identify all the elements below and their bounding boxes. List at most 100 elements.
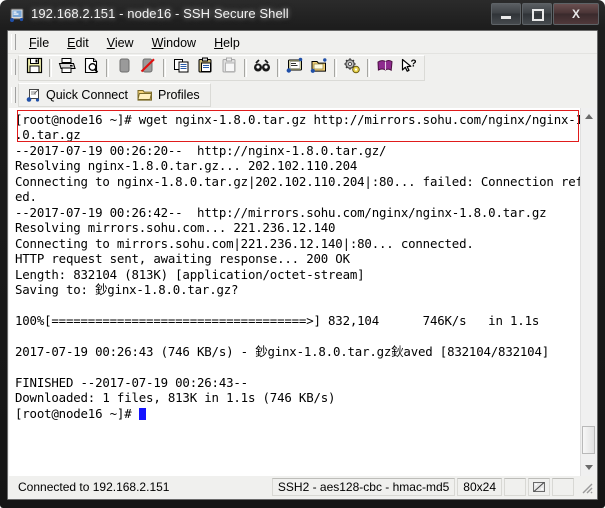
quick-connect-bar: Quick Connect Profiles: [8, 83, 597, 108]
quickbar-grip[interactable]: [11, 87, 16, 103]
minimize-button[interactable]: [491, 3, 521, 25]
paste-icon: [197, 57, 214, 79]
terminal-output[interactable]: [root@node16 ~]# wget nginx-1.8.0.tar.gz…: [9, 108, 580, 476]
menu-edit-rest: dit: [75, 35, 89, 50]
terminal-line-2: --2017-07-19 00:26:20-- http://nginx-1.8…: [15, 142, 387, 158]
toolbar-grip[interactable]: [11, 59, 16, 75]
save-button[interactable]: [22, 57, 46, 79]
terminal-line-1: .0.tar.gz: [15, 127, 81, 143]
client-area: File Edit View Window Help ? Quick Conne…: [7, 30, 598, 500]
context-help-button[interactable]: ?: [397, 57, 421, 79]
terminal-line-17: FINISHED --2017-07-19 00:26:43--: [15, 374, 248, 390]
status-spacer: [177, 478, 269, 496]
terminal-line-7: Resolving mirrors.sohu.com... 221.236.12…: [15, 220, 336, 236]
terminal-line-18: Downloaded: 1 files, 813K in 1.1s (746 K…: [15, 390, 336, 406]
toolbar-separator: [277, 59, 280, 77]
copy-button[interactable]: [169, 57, 193, 79]
terminal-text: [root@node16 ~]# wget nginx-1.8.0.tar.gz…: [9, 108, 580, 421]
menu-file-mnemonic: F: [29, 35, 37, 50]
maximize-button[interactable]: [522, 3, 552, 25]
terminal-line-6: --2017-07-19 00:26:42-- http://mirrors.s…: [15, 204, 547, 220]
terminal-line-15: 2017-07-19 00:26:43 (746 KB/s) - 鈔ginx-1…: [15, 343, 550, 359]
terminal-area: [root@node16 ~]# wget nginx-1.8.0.tar.gz…: [9, 108, 597, 476]
status-terminal-size: 80x24: [457, 478, 502, 496]
file-transfer-icon: [310, 57, 328, 79]
toolbar-separator: [367, 59, 370, 77]
menu-bar: File Edit View Window Help: [8, 31, 597, 54]
settings-icon: [343, 57, 361, 79]
context-help-icon: ?: [400, 58, 418, 79]
profiles-label: Profiles: [157, 88, 200, 102]
scroll-up-arrow[interactable]: [581, 108, 597, 125]
menu-help-mnemonic: H: [214, 35, 224, 50]
disconnect-button[interactable]: [136, 57, 160, 79]
scroll-thumb[interactable]: [582, 426, 595, 454]
terminal-line-4: Connecting to nginx-1.8.0.tar.gz|202.102…: [15, 173, 580, 189]
chevron-up-icon: [585, 114, 593, 119]
menu-item-help[interactable]: Help: [205, 34, 249, 52]
title-bar[interactable]: 192.168.2.151 - node16 - SSH Secure Shel…: [0, 0, 605, 30]
terminal-line-5: ed.: [15, 189, 37, 205]
terminal-line-10: Length: 832104 (813K) [application/octet…: [15, 266, 365, 282]
profiles-button[interactable]: Profiles: [134, 85, 206, 105]
menu-item-edit[interactable]: Edit: [58, 34, 98, 52]
print-icon: [58, 57, 76, 79]
quick-connect-strip: Quick Connect Profiles: [18, 83, 211, 107]
paste-button[interactable]: [193, 57, 217, 79]
menu-file-rest: ile: [36, 35, 50, 50]
terminal-line-8: Connecting to mirrors.sohu.com|221.236.1…: [15, 235, 474, 251]
print-preview-icon: [83, 57, 100, 79]
menu-item-view[interactable]: View: [98, 34, 143, 52]
file-transfer-button[interactable]: [307, 57, 331, 79]
scroll-down-arrow[interactable]: [581, 459, 597, 476]
status-blank-1: [504, 478, 526, 496]
toolbar-separator: [163, 59, 166, 77]
paste-disabled-button: [217, 57, 241, 79]
disconnect-icon: [139, 57, 157, 79]
toolbar-separator: [106, 59, 109, 77]
window-controls: X: [490, 3, 599, 25]
terminal-line-13: 100%[===================================…: [15, 312, 540, 328]
help-book-icon: [376, 58, 394, 79]
resize-grip-icon: [582, 483, 593, 494]
terminal-scrollbar[interactable]: [580, 108, 597, 476]
chevron-down-icon: [585, 465, 593, 470]
connect-icon: [116, 57, 133, 79]
status-activity-indicator: [528, 478, 550, 496]
copy-icon: [173, 57, 190, 79]
menu-edit-mnemonic: E: [67, 35, 76, 50]
toolbar-buttons: ?: [18, 55, 425, 81]
print-preview-button[interactable]: [79, 57, 103, 79]
close-button[interactable]: X: [553, 3, 599, 25]
svg-text:?: ?: [411, 58, 417, 69]
status-resize-grip[interactable]: [576, 478, 596, 496]
paste-disabled-icon: [221, 57, 238, 79]
toolbar-separator: [334, 59, 337, 77]
save-icon: [26, 57, 43, 79]
terminal-line-11: Saving to: 鈔ginx-1.8.0.tar.gz?: [15, 281, 239, 297]
toolbar: ?: [8, 54, 597, 83]
help-button[interactable]: [373, 57, 397, 79]
status-bar: Connected to 192.168.2.151 SSH2 - aes128…: [9, 476, 596, 498]
menu-item-window[interactable]: Window: [143, 34, 205, 52]
terminal-cursor: [138, 407, 146, 420]
menu-window-mnemonic: W: [151, 35, 164, 50]
ssh-secure-shell-window: 192.168.2.151 - node16 - SSH Secure Shel…: [0, 0, 605, 508]
menu-view-mnemonic: V: [106, 35, 115, 50]
folder-icon: [137, 88, 153, 102]
toolbar-separator: [244, 59, 247, 77]
print-button[interactable]: [55, 57, 79, 79]
menu-help-rest: elp: [223, 35, 240, 50]
window-title: 192.168.2.151 - node16 - SSH Secure Shel…: [31, 6, 289, 21]
find-button[interactable]: [250, 57, 274, 79]
menu-grip[interactable]: [11, 34, 16, 50]
quick-connect-button[interactable]: Quick Connect: [23, 85, 134, 105]
new-terminal-button[interactable]: [283, 57, 307, 79]
close-icon: X: [571, 7, 580, 21]
find-icon: [253, 58, 271, 79]
settings-button[interactable]: [340, 57, 364, 79]
menu-view-rest: iew: [114, 35, 134, 50]
quick-connect-label: Quick Connect: [46, 88, 128, 102]
menu-item-file[interactable]: File: [20, 34, 58, 52]
connect-button[interactable]: [112, 57, 136, 79]
